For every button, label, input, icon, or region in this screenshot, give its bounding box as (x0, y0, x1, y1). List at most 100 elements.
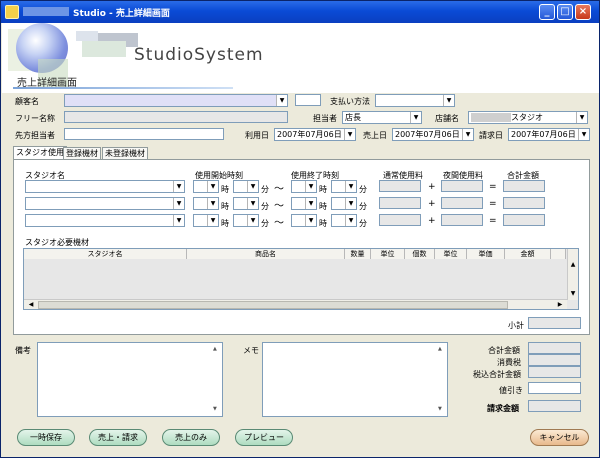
customer-code-field[interactable] (295, 94, 321, 106)
scroll-right-icon[interactable]: ▶ (555, 300, 565, 310)
bill-date-value: 2007年07月06日 (511, 130, 576, 139)
billing-amount-field[interactable] (528, 400, 581, 412)
grid-header-price[interactable]: 単価 (467, 249, 505, 259)
end-hour-select[interactable]: ▼ (291, 214, 317, 227)
grid-header-count[interactable]: 個数 (405, 249, 435, 259)
total-field[interactable] (528, 342, 581, 354)
redacted-store-prefix (471, 113, 511, 122)
normal-fee-field[interactable] (379, 214, 421, 226)
tax-field[interactable] (528, 354, 581, 366)
start-minute-select[interactable]: ▼ (233, 214, 259, 227)
use-date-value: 2007年07月06日 (277, 130, 342, 139)
sales-bill-button[interactable]: 売上・請求 (89, 429, 147, 446)
tab-unregistered-equipment[interactable]: 未登録機材 (102, 147, 148, 159)
chevron-down-icon: ▼ (247, 198, 258, 209)
chevron-down-icon: ▼ (305, 215, 316, 226)
sales-only-button[interactable]: 売上のみ (162, 429, 220, 446)
start-minute-select[interactable]: ▼ (233, 197, 259, 210)
plus-sign: + (428, 199, 436, 209)
end-hour-select[interactable]: ▼ (291, 197, 317, 210)
hour-label: 時 (221, 185, 229, 194)
start-hour-select[interactable]: ▼ (193, 214, 219, 227)
grid-header-studio[interactable]: スタジオ名 (24, 249, 187, 259)
grid-header-qty[interactable]: 数量 (345, 249, 371, 259)
total-label: 合計金額 (488, 346, 520, 355)
normal-fee-field[interactable] (379, 180, 421, 192)
discount-label: 値引き (499, 386, 523, 395)
minute-label: 分 (261, 219, 269, 228)
row-total-field[interactable] (503, 180, 545, 192)
payment-select[interactable]: ▼ (375, 94, 455, 107)
row-total-field[interactable] (503, 214, 545, 226)
equals-sign: = (489, 216, 497, 226)
equals-sign: = (489, 182, 497, 192)
chevron-down-icon: ▼ (345, 215, 356, 226)
contact-field[interactable] (64, 128, 224, 140)
total-with-tax-field[interactable] (528, 366, 581, 378)
scroll-down-icon[interactable]: ▼ (438, 406, 442, 412)
scroll-up-icon[interactable]: ▲ (438, 346, 442, 352)
chevron-down-icon: ▼ (247, 215, 258, 226)
tab-studio-use[interactable]: スタジオ使用 (13, 146, 67, 160)
start-minute-select[interactable]: ▼ (233, 180, 259, 193)
cancel-button[interactable]: キャンセル (530, 429, 589, 446)
title-bar[interactable]: Studio - 売上詳細画面 _ □ × (1, 1, 599, 23)
chevron-down-icon: ▼ (305, 181, 316, 192)
scroll-thumb[interactable] (38, 301, 508, 309)
normal-fee-field[interactable] (379, 197, 421, 209)
use-date-label: 利用日 (245, 131, 269, 140)
memo-textarea[interactable] (262, 342, 448, 417)
row-total-field[interactable] (503, 197, 545, 209)
start-hour-select[interactable]: ▼ (193, 180, 219, 193)
tab-registered-equipment[interactable]: 登録機材 (63, 147, 101, 159)
start-hour-select[interactable]: ▼ (193, 197, 219, 210)
chevron-down-icon: ▼ (410, 112, 421, 123)
scroll-up-icon[interactable]: ▲ (568, 259, 578, 271)
horizontal-scrollbar[interactable]: ◀ ▶ (24, 299, 567, 309)
studio-name-select[interactable]: ▼ (25, 180, 185, 193)
close-icon[interactable]: × (575, 4, 591, 20)
discount-field[interactable] (528, 382, 581, 394)
preview-button[interactable]: プレビュー (235, 429, 293, 446)
temp-save-button[interactable]: 一時保存 (17, 429, 75, 446)
grid-header-product[interactable]: 商品名 (187, 249, 345, 259)
end-minute-select[interactable]: ▼ (331, 214, 357, 227)
chevron-down-icon: ▼ (173, 215, 184, 226)
grid-header-blank (551, 249, 566, 259)
sales-date-picker[interactable]: 2007年07月06日 ▼ (392, 128, 474, 141)
staff-label: 担当者 (313, 114, 337, 123)
subtotal-field[interactable] (528, 317, 581, 329)
remarks-textarea[interactable] (37, 342, 223, 417)
use-date-picker[interactable]: 2007年07月06日 ▼ (274, 128, 356, 141)
bill-date-picker[interactable]: 2007年07月06日 ▼ (508, 128, 590, 141)
end-hour-select[interactable]: ▼ (291, 180, 317, 193)
chevron-down-icon: ▼ (207, 198, 218, 209)
redacted-logo-part (82, 41, 126, 57)
grid-header-amount[interactable]: 金額 (505, 249, 551, 259)
store-select[interactable]: スタジオ ▼ (468, 111, 588, 124)
end-minute-select[interactable]: ▼ (331, 197, 357, 210)
end-minute-select[interactable]: ▼ (331, 180, 357, 193)
scroll-down-icon[interactable]: ▼ (213, 406, 217, 412)
grid-header-unit[interactable]: 単位 (371, 249, 405, 259)
range-tilde: ～ (274, 184, 284, 195)
night-fee-field[interactable] (441, 180, 483, 192)
scroll-down-icon[interactable]: ▼ (568, 288, 578, 300)
free-name-field[interactable] (64, 111, 288, 123)
redacted-logo-part (76, 31, 98, 41)
subtotal-label: 小計 (508, 321, 524, 330)
minimize-icon[interactable]: _ (539, 4, 555, 20)
night-fee-field[interactable] (441, 214, 483, 226)
studio-name-select[interactable]: ▼ (25, 214, 185, 227)
maximize-icon[interactable]: □ (557, 4, 573, 20)
scroll-up-icon[interactable]: ▲ (213, 346, 217, 352)
scroll-left-icon[interactable]: ◀ (26, 300, 36, 310)
minute-label: 分 (359, 219, 367, 228)
app-icon (5, 5, 19, 19)
studio-name-select[interactable]: ▼ (25, 197, 185, 210)
vertical-scrollbar[interactable]: ▲ ▼ (567, 249, 578, 300)
customer-select[interactable]: ▼ (64, 94, 288, 107)
night-fee-field[interactable] (441, 197, 483, 209)
grid-header-unit2[interactable]: 単位 (435, 249, 467, 259)
staff-select[interactable]: 店長 ▼ (342, 111, 422, 124)
